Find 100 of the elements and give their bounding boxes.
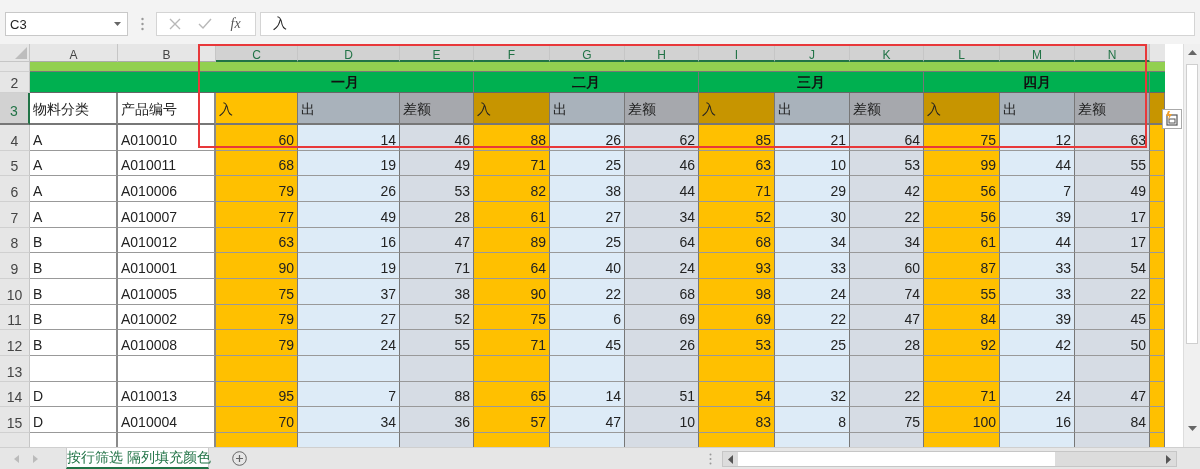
table-cell: 25 xyxy=(550,150,625,177)
table-cell: 22 xyxy=(775,304,850,331)
column-label: 入 xyxy=(702,101,716,119)
table-cell: 92 xyxy=(924,330,1000,356)
row-header[interactable]: 2 xyxy=(0,72,30,93)
table-cell: 34 xyxy=(625,201,699,228)
table-cell: 42 xyxy=(850,176,924,202)
row-header[interactable]: 8 xyxy=(0,227,30,254)
row-header[interactable] xyxy=(0,62,30,72)
table-cell: 55 xyxy=(924,278,1000,305)
table-cell: 56 xyxy=(924,176,1000,202)
column-label: 产品编号 xyxy=(121,101,177,119)
table-cell: 88 xyxy=(474,125,550,151)
table-cell: 42 xyxy=(1000,330,1075,356)
table-cell xyxy=(1150,330,1165,356)
table-cell: 7 xyxy=(1000,176,1075,202)
table-cell: 61 xyxy=(924,227,1000,254)
paste-options-icon[interactable] xyxy=(1162,109,1182,129)
table-cell: 71 xyxy=(474,150,550,177)
table-cell: 24 xyxy=(625,253,699,279)
column-label: 出 xyxy=(778,101,792,119)
table-cell: 64 xyxy=(474,253,550,279)
table-cell: 83 xyxy=(699,407,775,433)
table-cell xyxy=(1150,253,1165,279)
table-cell: 17 xyxy=(1075,227,1150,254)
row-header[interactable]: 6 xyxy=(0,176,30,202)
table-cell: 22 xyxy=(850,381,924,408)
table-cell: 26 xyxy=(550,125,625,151)
column-header[interactable]: B xyxy=(118,44,216,62)
table-cell: 61 xyxy=(474,201,550,228)
table-cell: 49 xyxy=(400,150,474,177)
row-header[interactable]: 15 xyxy=(0,407,30,433)
table-cell: 44 xyxy=(625,176,699,202)
split-handle-icon[interactable] xyxy=(709,452,712,465)
table-cell: 34 xyxy=(850,227,924,254)
table-cell: 57 xyxy=(474,407,550,433)
table-cell: 47 xyxy=(850,304,924,331)
formula-field[interactable]: 入 xyxy=(260,12,1195,36)
table-cell: 30 xyxy=(775,201,850,228)
table-cell: 65 xyxy=(474,381,550,408)
table-cell: 71 xyxy=(924,381,1000,408)
table-cell: B xyxy=(30,253,118,279)
horizontal-scrollbar[interactable] xyxy=(722,450,1177,467)
table-cell: 64 xyxy=(850,125,924,151)
row-header[interactable]: 14 xyxy=(0,381,30,408)
row-header[interactable]: 5 xyxy=(0,150,30,177)
row-header[interactable]: 11 xyxy=(0,304,30,331)
table-cell: 53 xyxy=(400,176,474,202)
row-header[interactable]: 12 xyxy=(0,330,30,356)
table-cell: 7 xyxy=(298,381,400,408)
previous-sheet-icon[interactable] xyxy=(14,454,19,463)
check-icon[interactable] xyxy=(197,18,212,30)
table-cell: 93 xyxy=(699,253,775,279)
insert-function-button[interactable]: fx xyxy=(228,16,243,32)
row-header[interactable]: 3 xyxy=(0,93,30,125)
table-cell: B xyxy=(30,304,118,331)
table-cell: 90 xyxy=(474,278,550,305)
table-cell: 34 xyxy=(775,227,850,254)
scrollbar-thumb[interactable] xyxy=(738,451,1055,466)
table-cell: 19 xyxy=(298,150,400,177)
month-header: 一月 xyxy=(216,72,474,93)
next-sheet-icon[interactable] xyxy=(33,454,38,463)
select-all-button[interactable] xyxy=(0,44,30,62)
scroll-down-icon[interactable] xyxy=(1188,426,1197,431)
row-header[interactable]: 4 xyxy=(0,125,30,151)
scroll-left-icon[interactable] xyxy=(728,454,733,464)
row-header[interactable]: 9 xyxy=(0,253,30,279)
table-cell: 60 xyxy=(850,253,924,279)
table-cell: 10 xyxy=(625,407,699,433)
cancel-icon[interactable] xyxy=(169,18,182,30)
row-header[interactable]: 13 xyxy=(0,355,30,382)
column-header[interactable] xyxy=(1150,44,1165,62)
table-cell: 88 xyxy=(400,381,474,408)
row-header[interactable]: 7 xyxy=(0,201,30,228)
table-cell: 75 xyxy=(850,407,924,433)
table-cell: 51 xyxy=(625,381,699,408)
row-header[interactable]: 10 xyxy=(0,278,30,305)
table-cell: 79 xyxy=(216,304,298,331)
name-box[interactable]: C3 xyxy=(5,12,128,36)
table-cell: 55 xyxy=(1075,150,1150,177)
drag-handle-icon[interactable] xyxy=(141,17,144,31)
table-cell: 71 xyxy=(474,330,550,356)
sheet-tab[interactable]: 按行筛选 隔列填充颜色 xyxy=(66,448,209,469)
scroll-right-icon[interactable] xyxy=(1166,454,1171,464)
table-cell: 47 xyxy=(1075,381,1150,408)
table-cell: 53 xyxy=(699,330,775,356)
table-cell: 63 xyxy=(216,227,298,254)
table-cell: 22 xyxy=(550,278,625,305)
column-label: 出 xyxy=(1003,101,1017,119)
table-cell xyxy=(1150,278,1165,305)
column-header[interactable]: A xyxy=(30,44,118,62)
scroll-up-icon[interactable] xyxy=(1188,50,1197,55)
table-cell: 10 xyxy=(775,150,850,177)
column-label: 差额 xyxy=(628,101,656,119)
table-cell: 19 xyxy=(298,253,400,279)
add-sheet-icon[interactable] xyxy=(232,451,247,466)
table-cell: A xyxy=(30,176,118,202)
scrollbar-thumb[interactable] xyxy=(1186,64,1198,344)
table-cell: 6 xyxy=(550,304,625,331)
table-cell: 39 xyxy=(1000,304,1075,331)
